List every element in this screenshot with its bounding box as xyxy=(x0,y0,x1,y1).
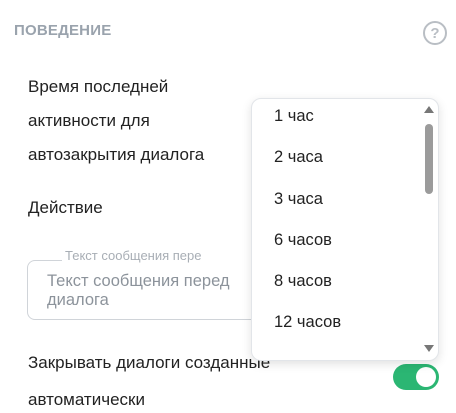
message-placeholder: Текст сообщения перед диалога xyxy=(47,272,252,310)
dropdown-option[interactable]: 3 часа xyxy=(274,190,323,214)
section-title: ПОВЕДЕНИЕ xyxy=(14,22,112,39)
inactivity-label-line: активности для xyxy=(28,111,150,130)
message-placeholder-line: диалога xyxy=(47,291,109,309)
inactivity-label: Время последней активности для автозакры… xyxy=(28,70,248,172)
toggle-knob xyxy=(416,367,436,387)
inactivity-label-line: автозакрытия диалога xyxy=(28,145,205,164)
dropdown-option[interactable]: 12 часов xyxy=(274,313,341,337)
dropdown-option[interactable]: 1 час xyxy=(274,107,314,131)
dropdown-option[interactable]: 8 часов xyxy=(274,272,332,296)
help-icon[interactable]: ? xyxy=(423,21,447,45)
dropdown-option[interactable]: 6 часов xyxy=(274,231,332,255)
message-field-label: Текст сообщения пере xyxy=(62,248,252,263)
scroll-up-arrow-icon[interactable] xyxy=(424,106,434,113)
scrollbar-thumb[interactable] xyxy=(425,124,433,194)
auto-close-toggle[interactable] xyxy=(393,364,439,390)
scroll-down-arrow-icon[interactable] xyxy=(424,345,434,352)
dropdown-option[interactable]: 2 часа xyxy=(274,148,323,172)
duration-dropdown: 1 час 2 часа 3 часа 6 часов 8 часов 12 ч… xyxy=(251,98,439,361)
message-placeholder-line: Текст сообщения перед xyxy=(47,272,230,290)
inactivity-label-line: Время последней xyxy=(28,77,169,96)
auto-close-label-line: автоматически xyxy=(28,390,145,409)
dropdown-scrollbar[interactable] xyxy=(420,99,438,360)
action-label: Действие xyxy=(28,198,103,217)
